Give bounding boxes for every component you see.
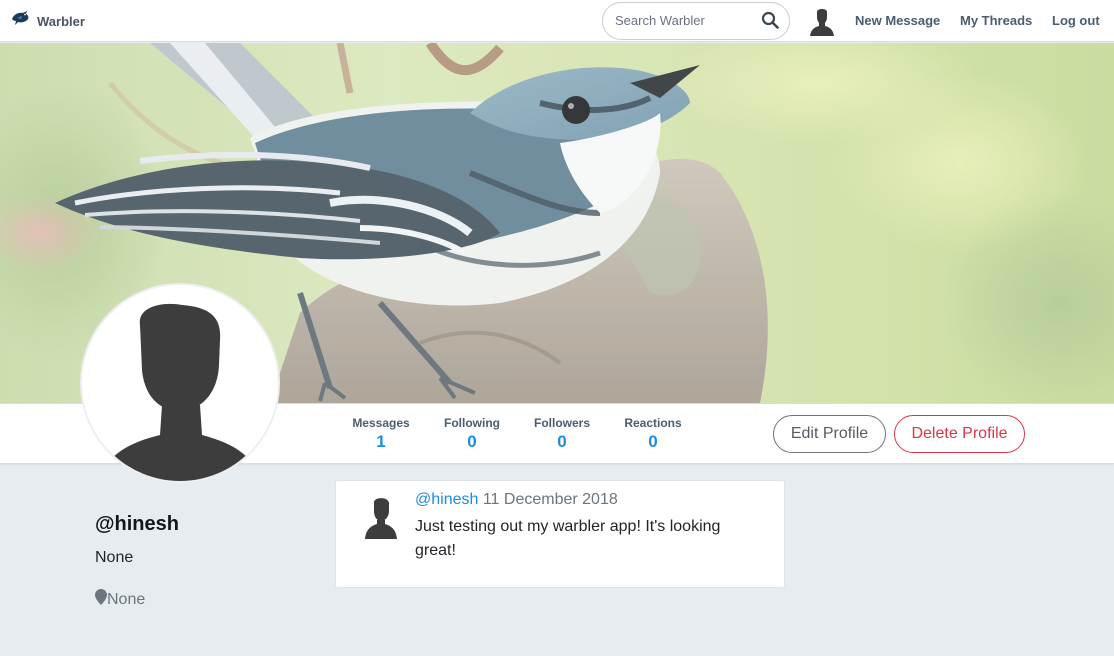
stat-messages[interactable]: Messages 1 [349,416,413,452]
stat-reactions-value: 0 [648,432,658,451]
search-icon[interactable] [761,11,781,31]
nav-log-out-link[interactable]: Log out [1052,13,1100,28]
profile-bio: None [95,549,134,566]
nav-new-message-link[interactable]: New Message [855,13,940,28]
map-pin-icon [95,589,107,610]
warbler-logo-icon [11,10,31,32]
user-avatar-icon[interactable] [810,7,834,36]
profile-location-text: None [107,590,146,608]
message-date: 11 December 2018 [482,491,618,508]
delete-profile-button[interactable]: Delete Profile [894,415,1025,453]
stat-reactions-label: Reactions [624,416,682,430]
user-avatar-icon [100,303,260,481]
stat-following-label: Following [444,416,500,430]
brand-name: Warbler [37,13,85,29]
stat-followers[interactable]: Followers 0 [531,416,593,452]
profile-username: @hinesh [95,513,179,535]
message-card: @hinesh 11 December 2018 Just testing ou… [335,480,785,588]
stat-reactions[interactable]: Reactions 0 [621,416,685,452]
profile-location: None [95,589,145,610]
message-header: @hinesh 11 December 2018 [415,491,618,509]
stat-following-value: 0 [467,432,477,451]
stat-messages-label: Messages [352,416,410,430]
nav-my-threads-link[interactable]: My Threads [960,13,1032,28]
message-text: Just testing out my warbler app! It's lo… [415,518,721,559]
user-avatar-icon[interactable] [364,495,398,539]
stat-followers-label: Followers [533,416,590,430]
search-input[interactable] [615,13,755,28]
edit-profile-button[interactable]: Edit Profile [773,415,886,453]
search-form [602,2,790,40]
brand-link[interactable]: Warbler [11,10,85,32]
message-username-link[interactable]: @hinesh [415,491,478,508]
profile-avatar [80,283,280,483]
stat-following[interactable]: Following 0 [441,416,503,452]
stat-messages-value: 1 [376,432,386,451]
top-navbar: Warbler New Message My Threads Log out [0,0,1114,42]
stat-followers-value: 0 [557,432,567,451]
